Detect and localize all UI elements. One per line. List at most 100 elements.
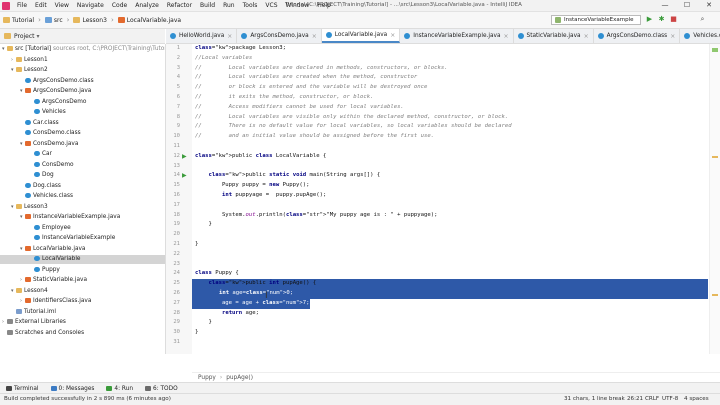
tree-item[interactable]: › Lesson1 [0,56,165,65]
file-encoding[interactable]: UTF-8 [662,394,678,405]
run-gutter-icon[interactable]: ▶ [182,172,187,179]
code-line[interactable]: return age; [195,309,259,319]
tree-item[interactable]: ▾ InstanceVariableExample.java [0,213,165,222]
tree-item[interactable]: Car [0,150,165,159]
status-message[interactable]: Build completed successfully in 2 s 890 … [4,394,171,405]
tree-item[interactable]: › External Libraries [0,318,165,327]
nav-crumb[interactable]: Lesson3 [70,17,109,24]
editor-tab[interactable]: InstanceVariableExample.java × [400,29,514,43]
editor-tab[interactable]: ArgsConsDemo.java × [237,29,322,43]
close-tab-icon[interactable]: × [227,33,232,40]
code-line[interactable]: // There is no default value for local v… [195,122,512,132]
code-line[interactable]: } [195,328,198,338]
tree-item[interactable]: LocalVariable [0,255,165,264]
code-line[interactable]: //Local variables [195,54,252,64]
editor-scrollbar[interactable] [709,44,720,354]
indent-setting[interactable]: 4 spaces [684,394,709,405]
code-line[interactable]: // and an initial value should be assign… [195,132,434,142]
stop-button[interactable]: ■ [669,15,678,24]
menu-item-analyze[interactable]: Analyze [131,2,163,9]
tree-item[interactable]: ▾ Lesson4 [0,287,165,296]
menu-item-build[interactable]: Build [196,2,219,9]
tree-item[interactable]: ▾ LocalVariable.java [0,245,165,254]
menu-item-code[interactable]: Code [108,2,131,9]
close-tab-icon[interactable]: × [312,33,317,40]
tree-item[interactable]: ▾ Lesson2 [0,66,165,75]
tree-item[interactable]: InstanceVariableExample [0,234,165,243]
tree-item[interactable]: ArgsConsDemo.class [0,77,165,86]
menu-item-edit[interactable]: Edit [31,2,51,9]
maximize-button[interactable]: ☐ [676,0,698,11]
menu-item-tools[interactable]: Tools [239,2,262,9]
code-line[interactable]: int age=class="num">0; [192,289,708,299]
editor-tab[interactable]: ArgsConsDemo.class × [594,29,681,43]
code-line[interactable]: class="kw">public class LocalVariable { [195,152,326,162]
line-separator[interactable]: CRLF [645,394,659,405]
run-button[interactable]: ▶ [645,15,654,24]
debug-button[interactable]: ✱ [657,15,666,24]
tree-item[interactable]: Puppy [0,266,165,275]
code-line[interactable]: int puppyage = puppy.pupAge(); [195,191,326,201]
code-line[interactable]: // Local variables are created when the … [195,73,417,83]
code-line[interactable]: // Local variables are declared in metho… [195,64,448,74]
tree-item[interactable]: › IdentifiersClass.java [0,297,165,306]
code-line[interactable]: Puppy puppy = new Puppy(); [195,181,310,191]
breadcrumb-class[interactable]: Puppy [198,375,216,381]
tree-item[interactable]: ▾ ArgsConsDemo.java [0,87,165,96]
code-line[interactable]: // it exits the method, constructor, or … [195,93,374,103]
code-line[interactable]: } [195,318,211,328]
code-line[interactable]: } [195,240,198,250]
code-line[interactable]: // or block is entered and the variable … [195,83,427,93]
menu-item-run[interactable]: Run [219,2,239,9]
warning-marker[interactable] [712,294,718,296]
code-line[interactable]: class="kw">package Lesson3; [195,44,286,54]
code-line[interactable]: class Puppy { [195,269,239,279]
tree-item[interactable]: ConsDemo.class [0,129,165,138]
close-tab-icon[interactable]: × [390,32,395,39]
tree-item[interactable]: Vehicles.class [0,192,165,201]
tree-item[interactable]: Vehicles [0,108,165,117]
code-editor[interactable]: class="kw">package Lesson3;//Local varia… [192,44,708,354]
nav-crumb[interactable]: src [42,17,66,24]
nav-crumb[interactable]: LocalVariable.java [115,17,184,24]
close-tab-icon[interactable]: × [584,33,589,40]
tree-item[interactable]: Car.class [0,119,165,128]
editor-tab[interactable]: LocalVariable.java × [321,29,401,43]
minimize-button[interactable]: — [654,0,676,11]
menu-item-navigate[interactable]: Navigate [73,2,108,9]
code-line[interactable]: class="kw">public static void main(Strin… [195,171,380,181]
tool-window-button[interactable]: 0: Messages [45,386,101,392]
editor-tab[interactable]: Vehicles.class× [680,29,720,43]
project-view-label[interactable]: Project [14,33,35,40]
menu-item-vcs[interactable]: VCS [261,2,281,9]
tool-window-button[interactable]: 4: Run [100,386,139,392]
tree-item[interactable]: ArgsConsDemo [0,98,165,107]
breadcrumb-method[interactable]: pupAge() [226,375,253,381]
tool-window-button[interactable]: Terminal [0,386,45,392]
code-line[interactable]: // Local variables are visible only with… [195,113,508,123]
close-tab-icon[interactable]: × [670,33,675,40]
tree-item[interactable]: ▾ ConsDemo.java [0,140,165,149]
tree-item[interactable]: › StaticVariable.java [0,276,165,285]
caret-position[interactable]: 26:21 [627,394,643,405]
close-tab-icon[interactable]: × [504,33,509,40]
tree-item[interactable]: Tutorial.iml [0,308,165,317]
tree-item[interactable]: Employee [0,224,165,233]
tree-item[interactable]: Dog.class [0,182,165,191]
menu-item-view[interactable]: View [51,2,73,9]
close-window-button[interactable]: ✕ [698,0,720,11]
code-line[interactable]: } [195,220,211,230]
menu-item-refactor[interactable]: Refactor [163,2,196,9]
menu-item-file[interactable]: File [13,2,31,9]
warning-marker[interactable] [712,156,718,158]
tool-window-button[interactable]: 6: TODO [139,386,184,392]
tree-item[interactable]: ▾ Lesson3 [0,203,165,212]
editor-tab[interactable]: StaticVariable.java × [514,29,594,43]
project-view-dropdown-icon[interactable]: ▾ [37,33,40,40]
nav-crumb[interactable]: Tutorial [0,17,37,24]
search-icon[interactable]: ⌕ [698,15,707,24]
tree-item[interactable]: Scratches and Consoles [0,329,165,338]
tree-item[interactable]: Dog [0,171,165,180]
run-gutter-icon[interactable]: ▶ [182,153,187,160]
run-configuration-dropdown[interactable]: InstanceVariableExample [551,15,641,25]
